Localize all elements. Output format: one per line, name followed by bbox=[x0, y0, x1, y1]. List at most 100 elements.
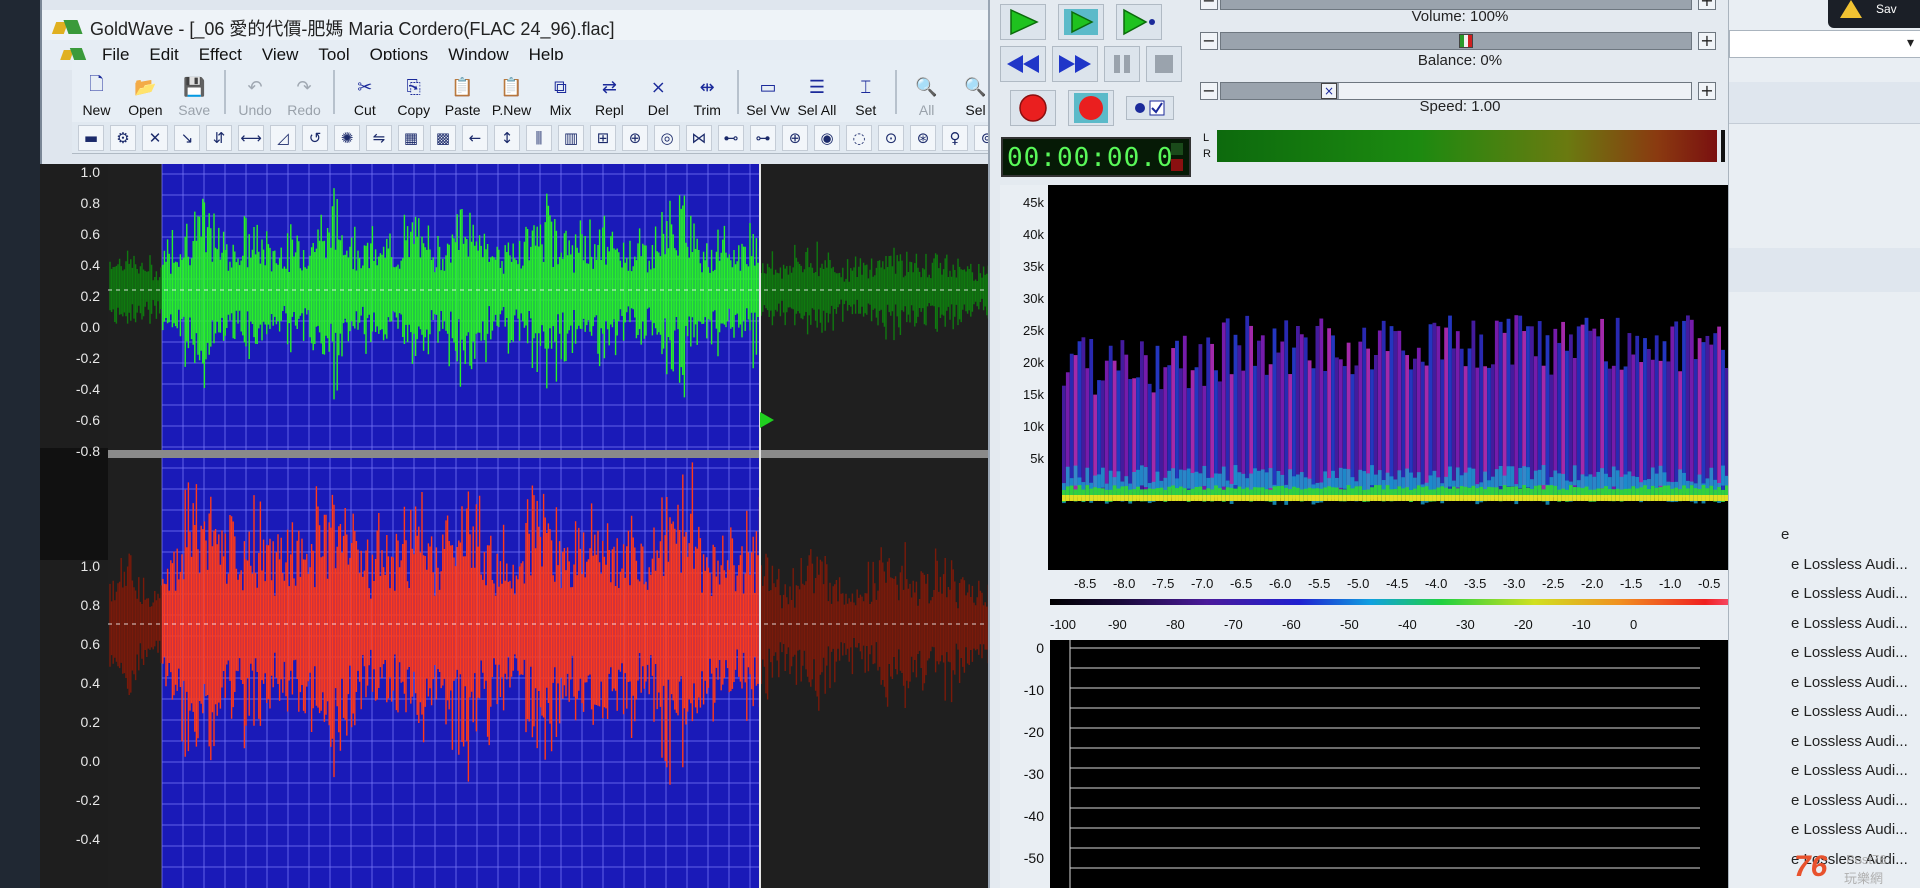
effect-tool-icon[interactable]: ▦ bbox=[398, 124, 424, 151]
spectrum-base-band bbox=[1225, 495, 1230, 501]
effect-tool-icon[interactable]: ⊞ bbox=[590, 124, 616, 151]
list-item[interactable]: e Lossless Audi... bbox=[1791, 556, 1920, 584]
select-all-icon: ☰ bbox=[808, 76, 825, 97]
effect-tool-icon[interactable]: ⊶ bbox=[750, 124, 776, 151]
effect-tool-icon[interactable]: ◿ bbox=[270, 124, 296, 151]
effect-tool-icon[interactable]: ↕ bbox=[494, 124, 520, 151]
background-dropdown[interactable]: ▾ bbox=[1729, 30, 1920, 58]
effect-tool-icon[interactable]: ♀ bbox=[942, 124, 968, 151]
balance-thumb[interactable] bbox=[1459, 34, 1473, 48]
effect-tool-icon[interactable]: ⊕ bbox=[622, 124, 648, 151]
effect-tool-icon[interactable]: ⊷ bbox=[718, 124, 744, 151]
effect-tool-icon[interactable]: ↺ bbox=[302, 124, 328, 151]
effect-tool-icon[interactable]: ⟷ bbox=[238, 124, 264, 151]
list-item[interactable]: e bbox=[1781, 526, 1920, 554]
effect-tool-icon[interactable]: ← bbox=[462, 124, 488, 151]
effect-tool-icon[interactable]: ⊕ bbox=[782, 124, 808, 151]
time-tick-label: -4.0 bbox=[1425, 576, 1448, 591]
spectrum-bar bbox=[1381, 320, 1386, 495]
fast-forward-icon[interactable] bbox=[1052, 46, 1098, 82]
speed-track-remainder bbox=[1339, 83, 1691, 99]
effect-tool-icon[interactable]: ▬ bbox=[78, 124, 104, 151]
time-led-top bbox=[1171, 143, 1183, 155]
play-icon[interactable] bbox=[1000, 4, 1046, 40]
list-item[interactable]: e Lossless Audi... bbox=[1791, 674, 1920, 702]
spectrum-base-band bbox=[1475, 495, 1480, 501]
new-button[interactable]: 🗋 New bbox=[72, 64, 121, 122]
spectrum-base-band bbox=[1151, 495, 1156, 501]
spectrum-bar bbox=[1705, 335, 1710, 495]
effect-tool-icon[interactable]: ◎ bbox=[654, 124, 680, 151]
spectrum-base-band bbox=[1206, 495, 1211, 501]
p-new-button[interactable]: 📋 P.New bbox=[487, 64, 536, 122]
copy-button[interactable]: ⎘ Copy bbox=[389, 64, 438, 122]
effect-tool-icon[interactable]: ▩ bbox=[430, 124, 456, 151]
open-button[interactable]: 📂 Open bbox=[121, 64, 170, 122]
effect-tool-icon[interactable]: ◌ bbox=[846, 124, 872, 151]
effect-tool-icon[interactable]: ▥ bbox=[558, 124, 584, 151]
spectrum-low-band bbox=[1510, 466, 1515, 487]
balance-increase-button[interactable]: + bbox=[1698, 32, 1716, 50]
speed-thumb[interactable]: × bbox=[1321, 83, 1337, 99]
monitor-icon[interactable] bbox=[1126, 96, 1174, 120]
spectrum-base-band bbox=[1471, 495, 1476, 501]
set-button[interactable]: ⌶ Set bbox=[841, 64, 890, 122]
redo-button[interactable]: ↷ Redo bbox=[280, 64, 329, 122]
trim-button[interactable]: ⇹ Trim bbox=[683, 64, 732, 122]
list-item[interactable]: e Lossless Audi... bbox=[1791, 792, 1920, 820]
waveform-view[interactable]: 1.0 0.8 0.6 0.4 0.2 0.0 -0.2 -0.4 -0.6 -0.8 1.0 0.… bbox=[40, 164, 996, 888]
effect-tool-icon[interactable]: ✺ bbox=[334, 124, 360, 151]
effect-tool-icon[interactable]: ◉ bbox=[814, 124, 840, 151]
list-item[interactable]: e Lossless Audi... bbox=[1791, 703, 1920, 731]
sel-vw-button[interactable]: ▭ Sel Vw bbox=[744, 64, 793, 122]
time-display: 00:00:00.0 bbox=[1001, 137, 1191, 177]
spectrum-base-band bbox=[1182, 495, 1187, 501]
list-item[interactable]: e Lossless Audi... bbox=[1791, 821, 1920, 849]
list-item[interactable]: e Lossless Audi... bbox=[1791, 585, 1920, 613]
list-item[interactable]: e Lossless Audi... bbox=[1791, 733, 1920, 761]
cut-button[interactable]: ✂ Cut bbox=[340, 64, 389, 122]
record-icon[interactable] bbox=[1010, 90, 1056, 126]
record-new-icon[interactable] bbox=[1068, 90, 1114, 126]
effect-tool-icon[interactable]: ⊛ bbox=[910, 124, 936, 151]
list-item[interactable]: e Lossless Audi... bbox=[1791, 762, 1920, 790]
rewind-icon[interactable] bbox=[1000, 46, 1046, 82]
effect-tool-icon[interactable]: ⇵ bbox=[206, 124, 232, 151]
balance-track[interactable] bbox=[1220, 32, 1692, 50]
undo-button[interactable]: ↶ Undo bbox=[231, 64, 280, 122]
notification-toast[interactable]: Sav bbox=[1828, 0, 1920, 28]
mix-button[interactable]: ⧉ Mix bbox=[536, 64, 585, 122]
effect-tool-icon[interactable]: ⫼ bbox=[526, 124, 552, 151]
list-item[interactable]: e Lossless Audi... bbox=[1791, 644, 1920, 672]
spectrum-base-band bbox=[1319, 495, 1324, 501]
balance-decrease-button[interactable]: − bbox=[1200, 32, 1218, 50]
play-selection-icon[interactable] bbox=[1058, 4, 1104, 40]
stop-icon[interactable] bbox=[1146, 46, 1182, 82]
waveform-canvas[interactable] bbox=[40, 164, 996, 888]
spectrogram-plot[interactable] bbox=[1048, 185, 1768, 570]
level-history-plot[interactable] bbox=[1050, 640, 1772, 888]
effect-tool-icon[interactable]: ⚙ bbox=[110, 124, 136, 151]
spectrum-base-band bbox=[1097, 495, 1101, 501]
background-section bbox=[1729, 248, 1920, 292]
effect-tool-icon[interactable]: ⇋ bbox=[366, 124, 392, 151]
effect-tool-icon[interactable]: ✕ bbox=[142, 124, 168, 151]
paste-button[interactable]: 📋 Paste bbox=[438, 64, 487, 122]
all-button[interactable]: 🔍 All bbox=[902, 64, 951, 122]
background-toolbar bbox=[1729, 82, 1920, 124]
pause-icon[interactable] bbox=[1104, 46, 1140, 82]
effect-tool-icon[interactable]: ⊙ bbox=[878, 124, 904, 151]
spectrum-base-band bbox=[1502, 495, 1507, 501]
time-tick-label: -4.5 bbox=[1386, 576, 1409, 591]
save-button[interactable]: 💾 Save bbox=[170, 64, 219, 122]
effect-tool-icon[interactable]: ⋈ bbox=[686, 124, 712, 151]
effect-tool-icon[interactable]: ↘ bbox=[174, 124, 200, 151]
sel-all-button[interactable]: ☰ Sel All bbox=[792, 64, 841, 122]
repl-button[interactable]: ⇄ Repl bbox=[585, 64, 634, 122]
play-from-icon[interactable] bbox=[1116, 4, 1162, 40]
list-item[interactable]: e Lossless Audi... bbox=[1791, 615, 1920, 643]
spectrum-bar bbox=[1296, 326, 1300, 495]
del-button[interactable]: ⨯ Del bbox=[634, 64, 683, 122]
balance-slider[interactable]: − + bbox=[1200, 28, 1720, 52]
time-tick-label: -0.5 bbox=[1698, 576, 1721, 591]
